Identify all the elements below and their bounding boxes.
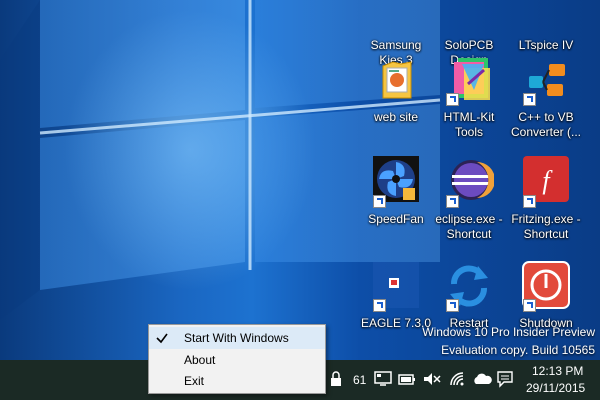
checkmark-icon xyxy=(156,333,168,344)
shutdown-icon xyxy=(521,260,571,312)
html-kit-icon xyxy=(444,54,494,106)
monitor-icon[interactable] xyxy=(374,371,392,387)
solopcb-icon xyxy=(444,0,494,32)
menu-item-start-with-windows[interactable]: Start With Windows xyxy=(149,327,325,349)
build-watermark-line2: Evaluation copy. Build 10565 xyxy=(441,343,595,357)
desktop: Samsung Kies 3 SoloPCB Design LTspice IV… xyxy=(0,0,600,360)
desktop-icon-fritzing[interactable]: f Fritzing.exe - Shortcut xyxy=(506,152,586,242)
action-center-icon[interactable] xyxy=(496,370,514,388)
build-watermark-line1: Windows 10 Pro Insider Preview xyxy=(422,325,595,339)
menu-item-exit[interactable]: Exit xyxy=(149,370,325,392)
shortcut-arrow-icon xyxy=(446,195,459,208)
icon-label: C++ to VB Converter (... xyxy=(510,110,582,139)
icon-label: SpeedFan xyxy=(368,212,424,226)
fritzing-icon: f xyxy=(521,156,571,208)
shortcut-arrow-icon xyxy=(523,299,536,312)
menu-item-label: About xyxy=(184,353,216,367)
samsung-kies-icon xyxy=(371,0,421,32)
icon-label: Fritzing.exe - Shortcut xyxy=(511,212,581,241)
menu-item-about[interactable]: About xyxy=(149,349,325,371)
icon-label: EAGLE 7.3.0 xyxy=(360,316,432,330)
icon-label: eclipse.exe - Shortcut xyxy=(435,212,503,241)
desktop-icon-speedfan[interactable]: SpeedFan xyxy=(356,152,436,242)
shortcut-arrow-icon xyxy=(373,195,386,208)
lock-icon[interactable] xyxy=(330,371,342,387)
icon-label: HTML-Kit Tools xyxy=(443,110,495,139)
speedfan-icon xyxy=(371,156,421,208)
volume-muted-icon[interactable] xyxy=(423,371,441,387)
converter-icon xyxy=(521,54,571,106)
eagle-icon xyxy=(371,260,421,312)
tray-context-menu: Start With Windows About Exit xyxy=(148,324,326,394)
tray-number[interactable]: 61 xyxy=(353,373,366,387)
clock-date[interactable]: 29/11/2015 xyxy=(526,381,585,395)
battery-icon[interactable] xyxy=(398,372,416,386)
menu-item-label: Exit xyxy=(184,374,205,388)
onedrive-cloud-icon[interactable] xyxy=(472,371,492,387)
desktop-icon-cpp-to-vb[interactable]: C++ to VB Converter (... xyxy=(506,50,586,140)
desktop-icon-html-kit[interactable]: HTML-Kit Tools xyxy=(429,50,509,140)
desktop-icon-web-site[interactable]: web site xyxy=(356,50,436,140)
wifi-icon[interactable] xyxy=(449,371,467,387)
desktop-icon-eclipse[interactable]: eclipse.exe - Shortcut xyxy=(429,152,509,242)
ltspice-icon xyxy=(521,0,571,32)
folder-icon xyxy=(371,54,421,104)
eclipse-icon xyxy=(444,156,495,208)
shortcut-arrow-icon xyxy=(446,93,459,106)
icon-label: web site xyxy=(373,110,419,124)
shortcut-arrow-icon xyxy=(446,299,459,312)
clock-time[interactable]: 12:13 PM xyxy=(532,364,583,378)
restart-icon xyxy=(444,260,494,312)
shortcut-arrow-icon xyxy=(373,299,386,312)
shortcut-arrow-icon xyxy=(523,195,536,208)
shortcut-arrow-icon xyxy=(523,93,536,106)
menu-item-label: Start With Windows xyxy=(184,331,289,345)
